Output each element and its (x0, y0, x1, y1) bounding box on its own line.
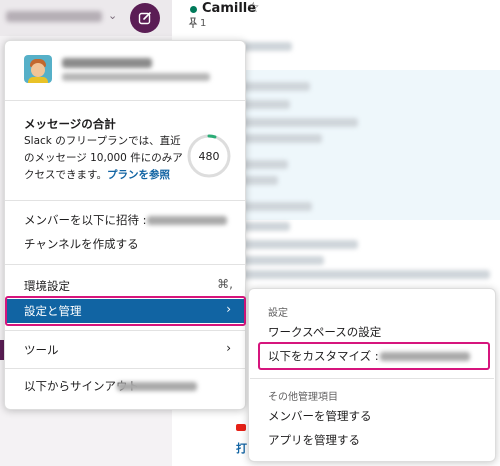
usage-count: 480 (198, 149, 220, 163)
other-admin-header: その他管理項目 (268, 392, 338, 403)
manage-members-item[interactable]: メンバーを管理する (252, 404, 492, 428)
preferences-item[interactable]: 環境設定 ⌘, (5, 274, 245, 298)
chevron-down-icon: ⌄ (108, 9, 118, 22)
message-line (240, 134, 322, 143)
message-line (240, 240, 358, 249)
chevron-right-icon: › (226, 341, 231, 355)
divider (5, 100, 245, 101)
sign-out-item[interactable]: 以下からサインアウト (5, 374, 245, 398)
message-line (240, 256, 324, 265)
sign-out-workspace-name (117, 382, 197, 391)
divider (5, 200, 245, 201)
usage-title: メッセージの合計 (24, 117, 116, 131)
message-line (240, 222, 290, 231)
message-line (240, 42, 292, 51)
message-line (240, 160, 288, 169)
divider (5, 368, 245, 369)
message-line (240, 100, 290, 109)
divider (250, 378, 494, 379)
highlight-frame-customize (258, 342, 490, 370)
compose-icon (138, 12, 151, 25)
invite-members-item[interactable]: メンバーを以下に招待 : (5, 208, 245, 232)
usage-description: Slack のフリープランでは、直近のメッセージ 10,000 件にのみアクセス… (24, 135, 183, 181)
message-line (240, 270, 490, 279)
presence-indicator (190, 6, 197, 13)
workspace-url (62, 73, 210, 81)
link-preview-title[interactable]: 打 (236, 440, 247, 456)
preferences-shortcut: ⌘, (217, 277, 233, 291)
message-highlight (236, 70, 500, 220)
message-line (240, 82, 310, 91)
compose-button[interactable] (130, 3, 160, 33)
star-icon[interactable]: ☆ (247, 0, 260, 16)
workspace-name (6, 11, 102, 22)
workspace-avatar (24, 55, 52, 83)
pin-count: 1 (200, 18, 207, 29)
divider (5, 264, 245, 265)
invite-workspace-name (147, 216, 227, 225)
manage-apps-item[interactable]: アプリを管理する (252, 428, 492, 452)
divider (5, 330, 245, 331)
highlight-frame-settings (5, 296, 246, 326)
workspace-title (62, 58, 152, 68)
message-line (240, 118, 358, 127)
youtube-icon (236, 424, 246, 431)
view-plans-link[interactable]: プランを参照 (107, 169, 170, 181)
tools-item[interactable]: ツール › (5, 338, 245, 362)
workspace-settings-item[interactable]: ワークスペースの設定 (252, 320, 492, 344)
invite-label: メンバーを以下に招待 : (24, 213, 147, 227)
message-line (240, 202, 312, 211)
pin-icon[interactable] (188, 17, 198, 31)
create-channel-item[interactable]: チャンネルを作成する (5, 232, 245, 256)
settings-header: 設定 (268, 308, 288, 319)
